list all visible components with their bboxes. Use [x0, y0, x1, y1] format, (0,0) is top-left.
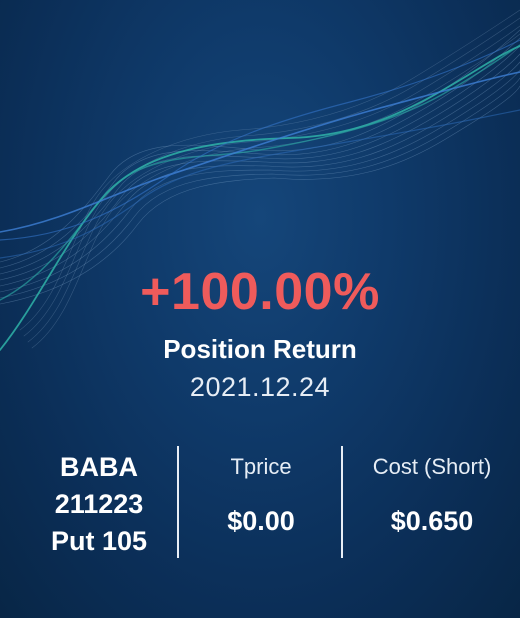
tprice-block: Tprice $0.00 [180, 446, 342, 558]
tprice-value: $0.00 [227, 506, 295, 536]
cost-label: Cost (Short) [372, 454, 492, 479]
position-date: 2021.12.24 [189, 372, 331, 402]
share-card: +100.00% Position Return 2021.12.24 BABA… [0, 0, 520, 618]
option-ticker: BABA [60, 452, 138, 482]
cost-block: Cost (Short) $0.650 [344, 446, 520, 558]
position-stats: BABA 211223 Put 105 Tprice $0.00 Cost (S… [0, 446, 520, 558]
column-divider [341, 446, 343, 558]
column-divider [177, 446, 179, 558]
cost-value: $0.650 [390, 506, 474, 536]
option-expiry: 211223 [54, 489, 144, 519]
position-return-label: Position Return [163, 334, 357, 364]
option-symbol-block: BABA 211223 Put 105 [20, 446, 178, 558]
position-return-value: +100.00% [140, 263, 380, 321]
option-type-strike: Put 105 [50, 526, 148, 556]
tprice-label: Tprice [230, 454, 292, 479]
